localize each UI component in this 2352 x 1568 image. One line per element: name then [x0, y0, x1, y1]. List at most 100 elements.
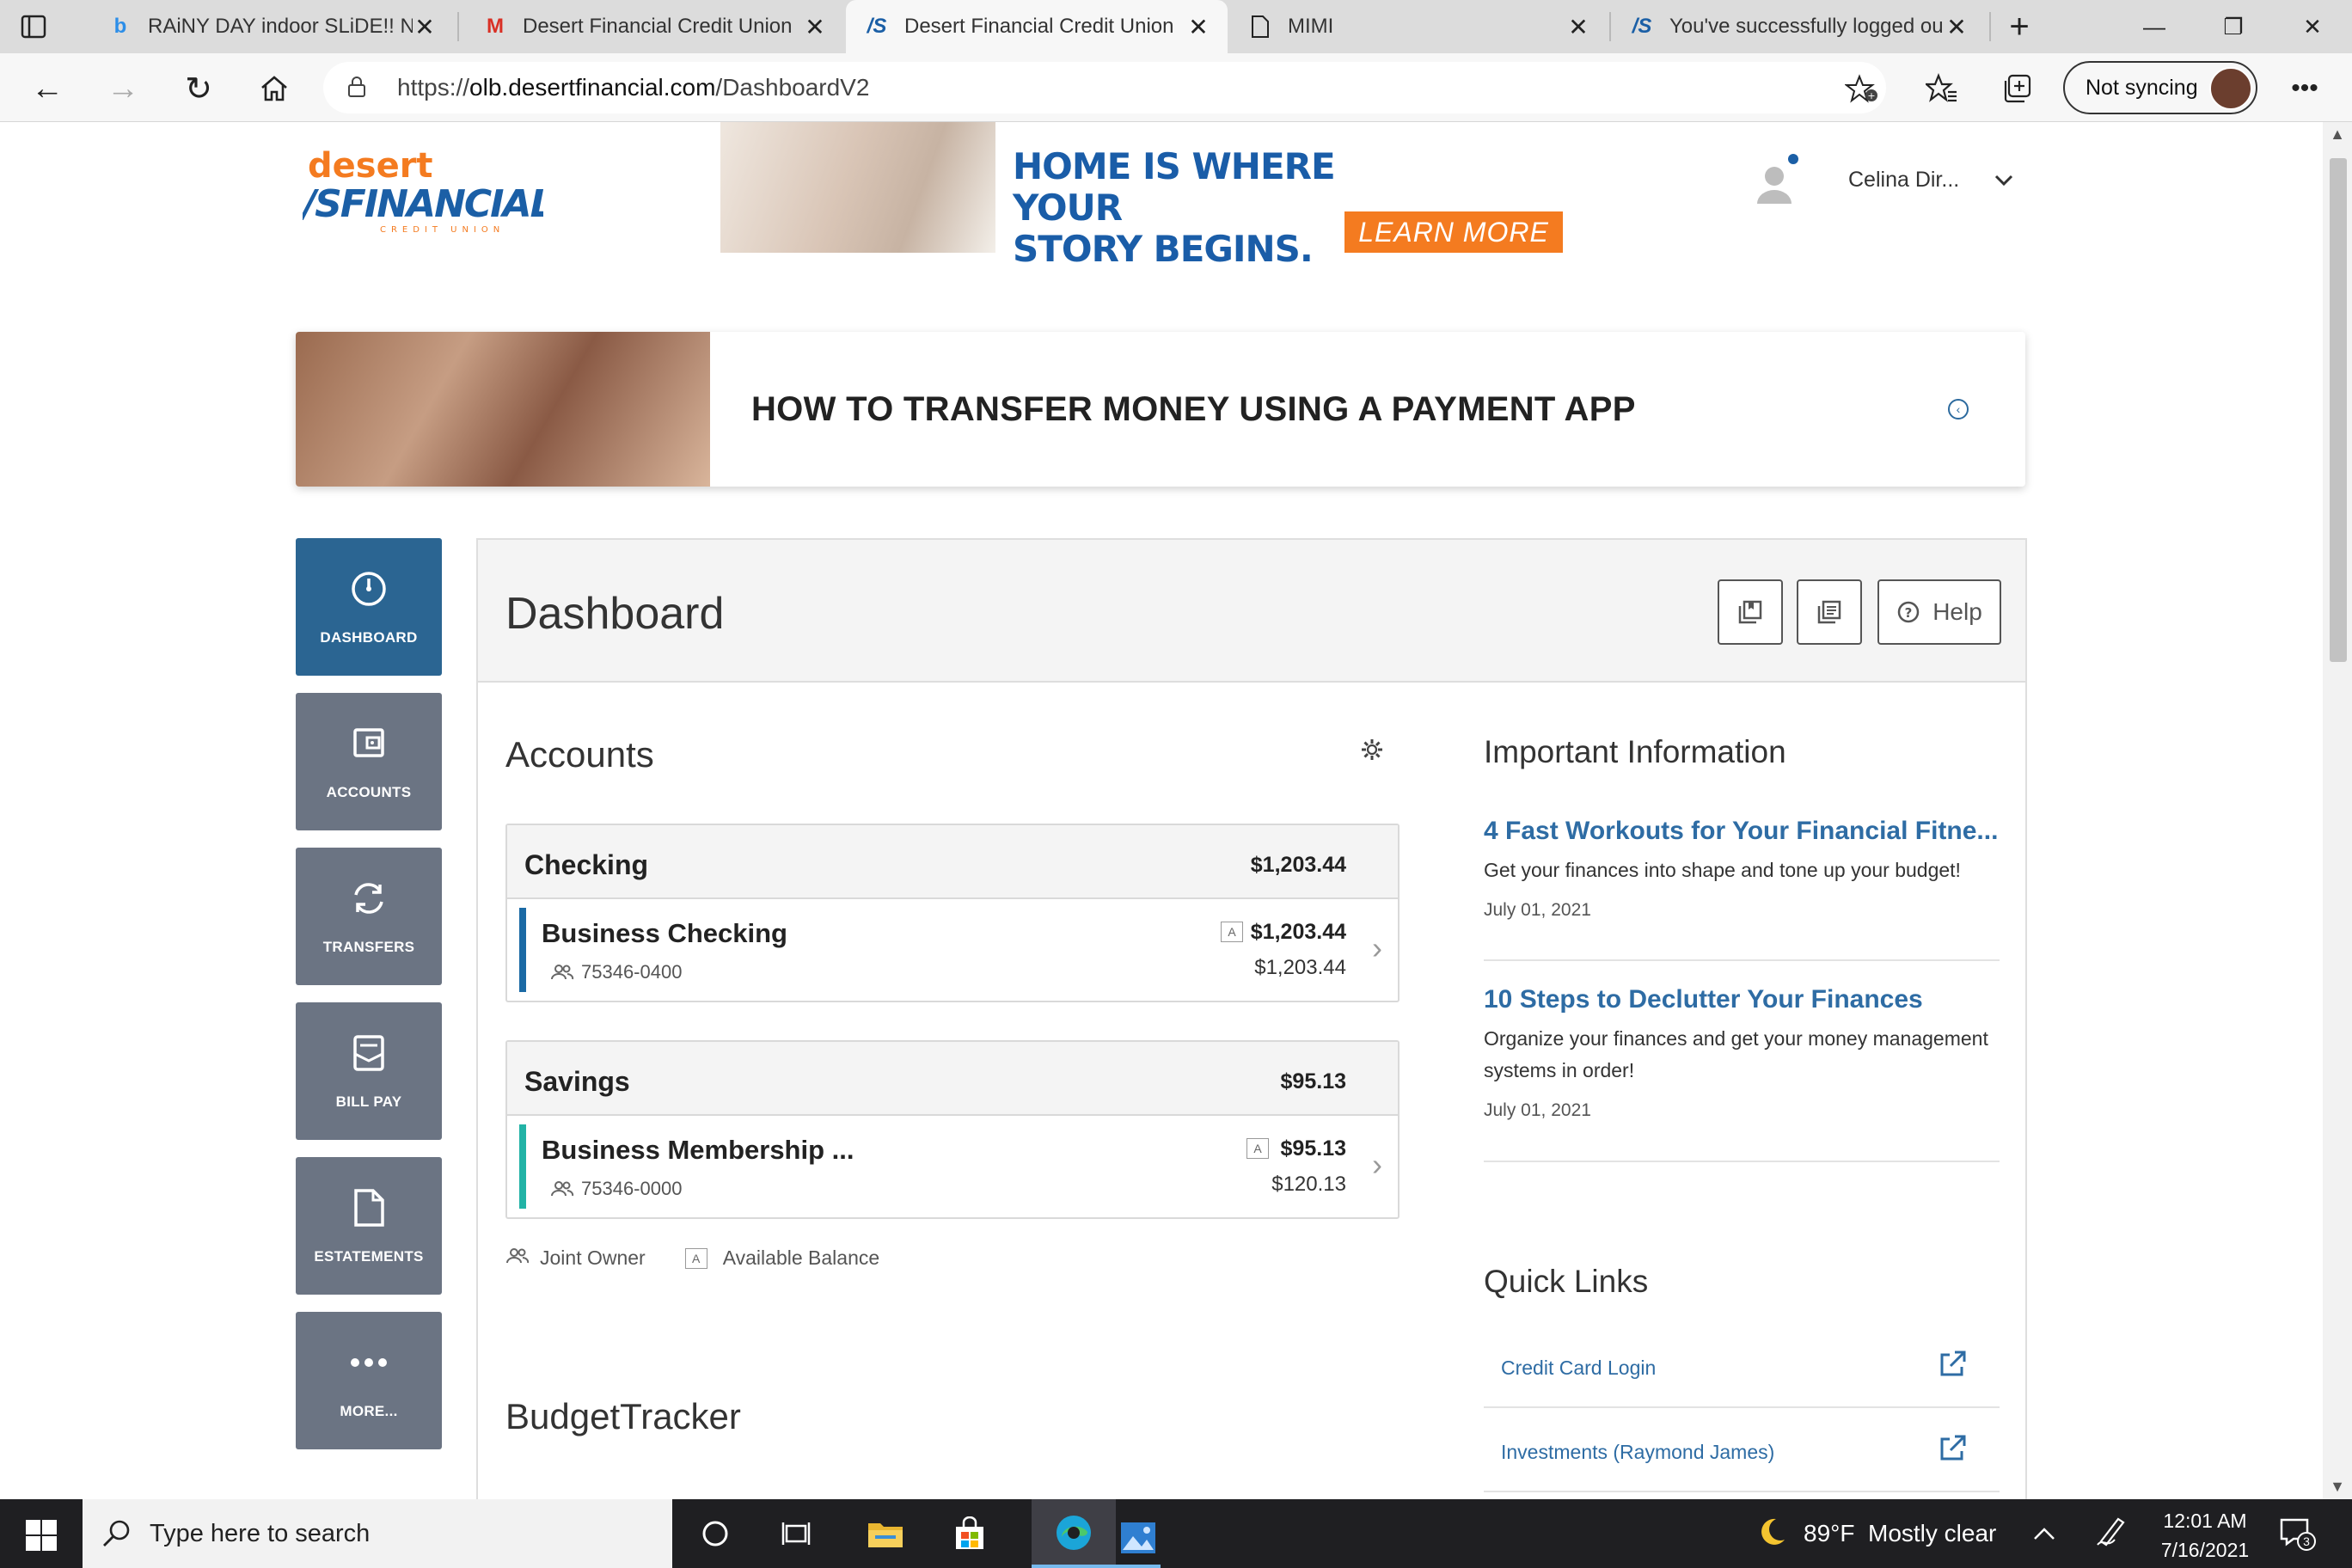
joint-owner-icon	[505, 1246, 530, 1270]
learn-more-button[interactable]: LEARN MORE	[1344, 211, 1563, 253]
quick-link[interactable]: Investments (Raymond James)	[1484, 1408, 2000, 1492]
important-info-heading: Important Information	[1484, 734, 1786, 769]
browser-tab[interactable]: M Desert Financial Credit Union ✕	[464, 0, 844, 53]
gear-icon[interactable]	[1360, 738, 1384, 762]
cortana-icon[interactable]	[693, 1511, 738, 1556]
weather-text[interactable]: 89°F Mostly clear	[1804, 1520, 1996, 1547]
restore-button[interactable]: ❐	[2194, 0, 2273, 53]
windows-taskbar: Type here to search 89°F Mostly clear 12…	[0, 1499, 2352, 1568]
address-bar[interactable]: https://olb.desertfinancial.com/Dashboar…	[323, 62, 1886, 113]
photos-icon[interactable]	[1116, 1511, 1161, 1568]
user-menu[interactable]: Celina Dir...	[1754, 150, 2014, 210]
system-tray: 89°F Mostly clear	[1754, 1499, 2128, 1568]
collections-button[interactable]	[1996, 67, 2039, 110]
bill-icon	[350, 1032, 388, 1075]
taskbar-search[interactable]: Type here to search	[83, 1499, 672, 1568]
browser-tab[interactable]: MIMI ✕	[1229, 0, 1608, 53]
minimize-button[interactable]: —	[2115, 0, 2194, 53]
ad-banner[interactable]: HOME IS WHERE YOUR STORY BEGINS. LEARN M…	[720, 122, 1563, 270]
document-icon	[352, 1186, 386, 1229]
available-badge: A	[684, 1247, 707, 1269]
browser-tab-active[interactable]: /S Desert Financial Credit Union ✕	[846, 0, 1228, 53]
taskbar-clock[interactable]: 12:01 AM 7/16/2021	[2141, 1506, 2269, 1565]
bookmark-button[interactable]	[1718, 579, 1783, 645]
panel-header: Dashboard ? Help	[478, 540, 2025, 683]
notifications-button[interactable]: 3	[2278, 1515, 2319, 1554]
desert-financial-logo[interactable]: desert /SFINANCIAL CREDIT UNION	[298, 144, 554, 237]
account-group-header[interactable]: Checking $1,203.44	[507, 825, 1398, 899]
close-tab-icon[interactable]: ✕	[1566, 13, 1590, 41]
sync-button[interactable]: Not syncing	[2063, 61, 2257, 114]
sidebar-item-accounts[interactable]: ACCOUNTS	[296, 693, 442, 830]
settings-menu-button[interactable]: •••	[2283, 67, 2326, 110]
tab-actions-button[interactable]	[19, 12, 50, 41]
scroll-up-arrow[interactable]: ▲	[2323, 126, 2352, 144]
budget-tracker-heading: BudgetTracker	[505, 1396, 741, 1436]
close-tab-icon[interactable]: ✕	[1186, 13, 1210, 41]
user-avatar-icon	[1754, 154, 1800, 205]
forward-button[interactable]: →	[101, 67, 144, 110]
search-icon	[103, 1520, 130, 1547]
sidebar-item-transfers[interactable]: TRANSFERS	[296, 848, 442, 985]
page-scrollbar[interactable]: ▲ ▼	[2323, 122, 2352, 1499]
svg-text:/SFINANCIAL: /SFINANCIAL	[303, 182, 543, 226]
back-button[interactable]: ←	[26, 67, 69, 110]
quick-links-heading: Quick Links	[1484, 1264, 1649, 1299]
notes-button[interactable]	[1797, 579, 1862, 645]
external-link-icon	[1940, 1435, 1966, 1461]
windows-start-icon[interactable]	[24, 1518, 58, 1553]
task-view-icon[interactable]	[774, 1511, 818, 1556]
account-number: 75346-0000	[550, 1178, 682, 1200]
sidebar-item-more[interactable]: MORE...	[296, 1312, 442, 1449]
new-tab-button[interactable]: +	[2000, 7, 2039, 46]
scroll-down-arrow[interactable]: ▼	[2323, 1478, 2352, 1496]
tab-separator	[457, 12, 459, 41]
scroll-thumb[interactable]	[2330, 158, 2347, 662]
favorites-button[interactable]	[1920, 67, 1963, 110]
edge-taskbar-active[interactable]	[1032, 1499, 1116, 1568]
weather-moon-icon[interactable]	[1754, 1514, 1788, 1554]
help-button[interactable]: ? Help	[1877, 579, 2001, 645]
news-headline-link[interactable]: 10 Steps to Declutter Your Finances	[1484, 985, 2000, 1014]
news-headline-link[interactable]: 4 Fast Workouts for Your Financial Fitne…	[1484, 817, 2000, 846]
file-explorer-icon[interactable]	[863, 1511, 908, 1556]
close-window-button[interactable]: ✕	[2273, 0, 2352, 53]
lock-icon	[348, 77, 365, 97]
window-controls: — ❐ ✕	[2115, 0, 2352, 53]
svg-text:CREDIT UNION: CREDIT UNION	[380, 225, 505, 235]
sidebar-item-dashboard[interactable]: DASHBOARD	[296, 538, 442, 676]
promo-card[interactable]: HOW TO TRANSFER MONEY USING A PAYMENT AP…	[296, 332, 2025, 487]
bing-icon: b	[113, 15, 127, 38]
account-row[interactable]: Business Checking 75346-0400 A $1,203.44…	[507, 899, 1398, 1001]
tab-actions-icon	[21, 15, 46, 39]
home-button[interactable]	[253, 67, 296, 110]
gauge-icon	[350, 567, 388, 610]
svg-text:+: +	[1867, 90, 1875, 101]
browser-tab-bar: b RAiNY DAY indoor SLiDE!! Na ✕ M Desert…	[0, 0, 2352, 53]
help-icon: ?	[1897, 601, 1920, 623]
quick-link[interactable]: Credit Card Login	[1484, 1324, 2000, 1408]
sidebar-item-bill-pay[interactable]: BILL PAY	[296, 1002, 442, 1140]
news-item: 4 Fast Workouts for Your Financial Fitne…	[1484, 817, 2000, 961]
pen-icon[interactable]	[2094, 1514, 2128, 1554]
browser-tab[interactable]: /S You've successfully logged ou ✕	[1611, 0, 1986, 53]
account-row[interactable]: Business Membership ... 75346-0000 A $95…	[507, 1116, 1398, 1217]
account-group-header[interactable]: Savings $95.13	[507, 1042, 1398, 1116]
browser-toolbar: ← → ↻ https://olb.desertfinancial.com/Da…	[0, 53, 2352, 122]
chevron-up-icon[interactable]	[2032, 1520, 2056, 1547]
favorites-icon	[1926, 73, 1957, 102]
close-tab-icon[interactable]: ✕	[413, 13, 437, 41]
close-tab-icon[interactable]: ✕	[1945, 13, 1969, 41]
promo-photo	[296, 332, 710, 487]
refresh-button[interactable]: ↻	[177, 67, 220, 110]
promo-arrow-icon[interactable]: ‹	[1948, 399, 1969, 420]
close-tab-icon[interactable]: ✕	[803, 13, 827, 41]
notes-icon	[1817, 600, 1841, 624]
sidebar-item-estatements[interactable]: ESTATEMENTS	[296, 1157, 442, 1295]
add-favorite-icon[interactable]: +	[1845, 74, 1879, 103]
available-badge: A	[1246, 1138, 1269, 1159]
store-icon[interactable]	[947, 1511, 992, 1556]
account-color-bar	[519, 908, 526, 992]
ad-photo	[720, 122, 995, 253]
browser-tab[interactable]: b RAiNY DAY indoor SLiDE!! Na ✕	[89, 0, 454, 53]
